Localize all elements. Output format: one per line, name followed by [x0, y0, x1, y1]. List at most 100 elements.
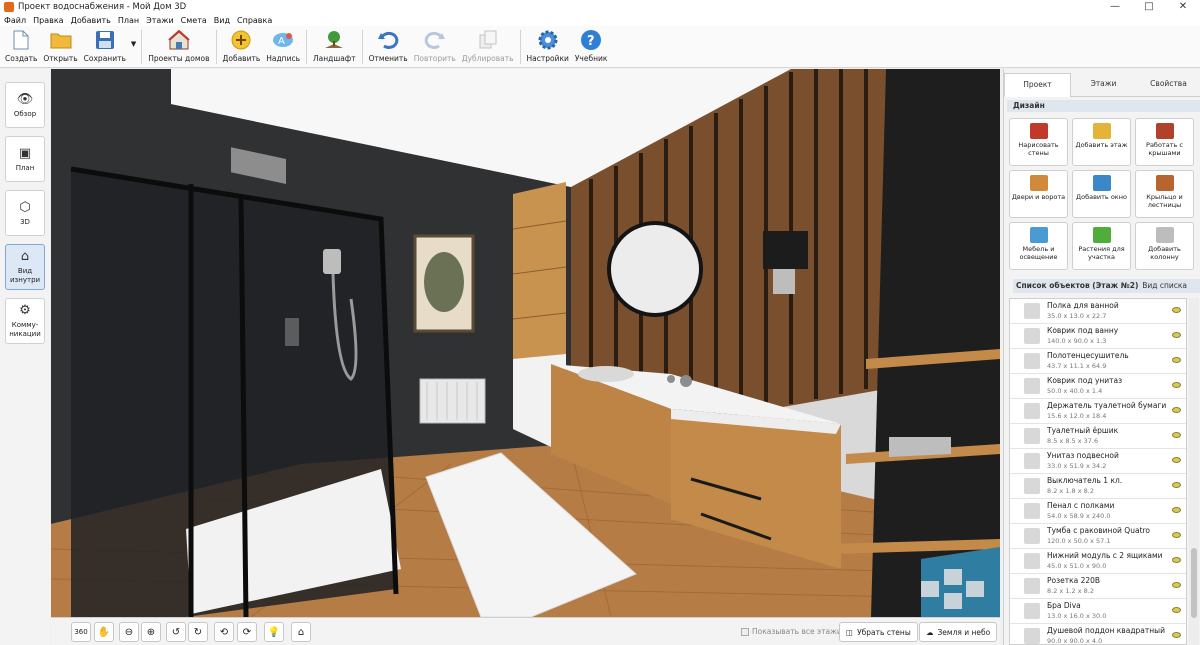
add-column-button[interactable]: Добавить колонну — [1135, 222, 1194, 270]
plan-view-button[interactable]: ▣ План — [5, 136, 45, 182]
create-button[interactable]: Создать — [2, 26, 40, 66]
tilt-up-button[interactable]: ⟲ — [214, 622, 234, 642]
hand-icon: ✋ — [97, 626, 111, 638]
eye-icon: 👁 — [16, 91, 34, 107]
zoom-in-button[interactable]: ⊕ — [141, 622, 161, 642]
home-icon: ⌂ — [297, 626, 305, 638]
object-list-item[interactable]: Коврик под ванну 140.0 x 90.0 x 1.3 — [1010, 324, 1186, 349]
object-list-item[interactable]: Полотенцесушитель 43.7 x 11.1 x 64.9 — [1010, 349, 1186, 374]
object-list-item[interactable]: Туалетный ёршик 8.5 x 8.5 x 37.6 — [1010, 424, 1186, 449]
3d-viewport[interactable] — [51, 69, 1000, 617]
menu-bar: Файл Правка Добавить План Этажи Смета Ви… — [0, 14, 1200, 26]
object-list-item[interactable]: Бра Diva 13.0 x 16.0 x 30.0 — [1010, 599, 1186, 624]
add-button[interactable]: Добавить — [220, 26, 264, 66]
visibility-eye-icon[interactable] — [1172, 632, 1181, 638]
home-view-button[interactable]: ⌂ — [291, 622, 311, 642]
rotate-left-button[interactable]: ↺ — [166, 622, 186, 642]
visibility-eye-icon[interactable] — [1172, 457, 1181, 463]
settings-button[interactable]: Настройки — [524, 26, 572, 66]
scrollbar-thumb[interactable] — [1191, 548, 1197, 618]
overview-button[interactable]: 👁 Обзор — [5, 82, 45, 128]
object-list-item[interactable]: Нижний модуль с 2 ящиками 45.0 x 51.0 x 9… — [1010, 549, 1186, 574]
close-button[interactable]: ✕ — [1166, 0, 1200, 14]
rotate-360-button[interactable]: 360 — [71, 622, 91, 642]
undo-button[interactable]: Отменить — [366, 26, 411, 66]
object-list-item[interactable]: Полка для ванной 35.0 x 13.0 x 22.7 — [1010, 299, 1186, 324]
object-list-item[interactable]: Пенал с полками 54.0 x 58.9 x 240.0 — [1010, 499, 1186, 524]
walls-icon: ◫ — [846, 627, 854, 637]
list-view-toggle[interactable]: Вид списка — [1142, 279, 1187, 293]
roofs-button[interactable]: Работать с крышами — [1135, 118, 1194, 166]
visibility-eye-icon[interactable] — [1172, 407, 1181, 413]
visibility-eye-icon[interactable] — [1172, 332, 1181, 338]
stairs-button[interactable]: Крыльцо и лестницы — [1135, 170, 1194, 218]
add-window-button[interactable]: Добавить окно — [1072, 170, 1131, 218]
save-button[interactable]: Сохранить — [81, 26, 129, 66]
visibility-eye-icon[interactable] — [1172, 557, 1181, 563]
column-icon — [1155, 227, 1174, 243]
duplicate-button[interactable]: Дублировать — [459, 26, 517, 66]
save-dropdown-button[interactable]: ▼ — [129, 26, 138, 66]
object-list-item[interactable]: Розетка 220В 8.2 x 1.2 x 8.2 — [1010, 574, 1186, 599]
tilt-down-button[interactable]: ⟳ — [237, 622, 257, 642]
caption-button[interactable]: A Надпись — [263, 26, 303, 66]
doors-button[interactable]: Двери и ворота — [1009, 170, 1068, 218]
zoom-out-button[interactable]: ⊖ — [119, 622, 139, 642]
object-list-item[interactable]: Выключатель 1 кл. 8.2 x 1.8 x 8.2 — [1010, 474, 1186, 499]
visibility-eye-icon[interactable] — [1172, 432, 1181, 438]
menu-edit[interactable]: Правка — [33, 16, 63, 25]
object-list-scrollbar[interactable] — [1189, 298, 1199, 645]
house-projects-button[interactable]: Проекты домов — [145, 26, 212, 66]
pan-button[interactable]: ✋ — [94, 622, 114, 642]
visibility-eye-icon[interactable] — [1172, 482, 1181, 488]
plants-button[interactable]: Растения для участка — [1072, 222, 1131, 270]
menu-floors[interactable]: Этажи — [146, 16, 174, 25]
add-floor-button[interactable]: Добавить этаж — [1072, 118, 1131, 166]
tab-properties[interactable]: Свойства — [1136, 73, 1200, 97]
show-all-floors-checkbox[interactable]: Показывать все этажи — [741, 627, 842, 636]
tab-project[interactable]: Проект — [1004, 73, 1071, 97]
minimize-button[interactable]: — — [1098, 0, 1132, 14]
object-name: Унитаз подвесной — [1047, 451, 1119, 460]
visibility-eye-icon[interactable] — [1172, 582, 1181, 588]
draw-walls-button[interactable]: Нарисовать стены — [1009, 118, 1068, 166]
menu-estimate[interactable]: Смета — [181, 16, 207, 25]
cube-icon: ⬡ — [19, 199, 31, 215]
furniture-button[interactable]: Мебель и освещение — [1009, 222, 1068, 270]
maximize-button[interactable]: □ — [1132, 0, 1166, 14]
ground-sky-button[interactable]: ☁ Земля и небо — [919, 622, 998, 642]
remove-walls-button[interactable]: ◫ Убрать стены — [839, 622, 918, 642]
tab-floors[interactable]: Этажи — [1071, 73, 1136, 97]
object-dimensions: 33.0 x 51.9 x 34.2 — [1047, 462, 1107, 470]
landscape-button[interactable]: Ландшафт — [310, 26, 359, 66]
object-list-header: Список объектов (Этаж №2) Вид списка — [1007, 279, 1200, 293]
inside-view-button[interactable]: ⌂ Вид изнутри — [5, 244, 45, 290]
menu-file[interactable]: Файл — [4, 16, 26, 25]
tutorial-button[interactable]: ? Учебник — [572, 26, 611, 66]
menu-plan[interactable]: План — [118, 16, 139, 25]
menu-add[interactable]: Добавить — [71, 16, 111, 25]
title-bar: Проект водоснабжения - Мой Дом 3D — □ ✕ — [0, 0, 1200, 14]
object-name: Душевой поддон квадратный — [1047, 626, 1165, 635]
visibility-eye-icon[interactable] — [1172, 357, 1181, 363]
visibility-eye-icon[interactable] — [1172, 532, 1181, 538]
object-list-item[interactable]: Душевой поддон квадратный 90.0 x 90.0 x 4… — [1010, 624, 1186, 644]
utilities-button[interactable]: ⚙ Комму-никации — [5, 298, 45, 344]
rotate-right-button[interactable]: ↻ — [188, 622, 208, 642]
panel-tabs: Проект Этажи Свойства — [1004, 73, 1200, 97]
visibility-eye-icon[interactable] — [1172, 607, 1181, 613]
menu-help[interactable]: Справка — [237, 16, 272, 25]
visibility-eye-icon[interactable] — [1172, 507, 1181, 513]
object-list-item[interactable]: Унитаз подвесной 33.0 x 51.9 x 34.2 — [1010, 449, 1186, 474]
object-thumbnail-icon — [1024, 503, 1040, 519]
object-list-item[interactable]: Коврик под унитаз 50.0 x 40.0 x 1.4 — [1010, 374, 1186, 399]
object-list-item[interactable]: Тумба с раковиной Quatro 120.0 x 50.0 x 5… — [1010, 524, 1186, 549]
visibility-eye-icon[interactable] — [1172, 382, 1181, 388]
object-list-item[interactable]: Держатель туалетной бумаги 15.6 x 12.0 x … — [1010, 399, 1186, 424]
lighting-button[interactable]: 💡 — [264, 622, 284, 642]
menu-view[interactable]: Вид — [214, 16, 230, 25]
3d-view-button[interactable]: ⬡ 3D — [5, 190, 45, 236]
visibility-eye-icon[interactable] — [1172, 307, 1181, 313]
open-button[interactable]: Открыть — [40, 26, 80, 66]
redo-button[interactable]: Повторить — [411, 26, 459, 66]
